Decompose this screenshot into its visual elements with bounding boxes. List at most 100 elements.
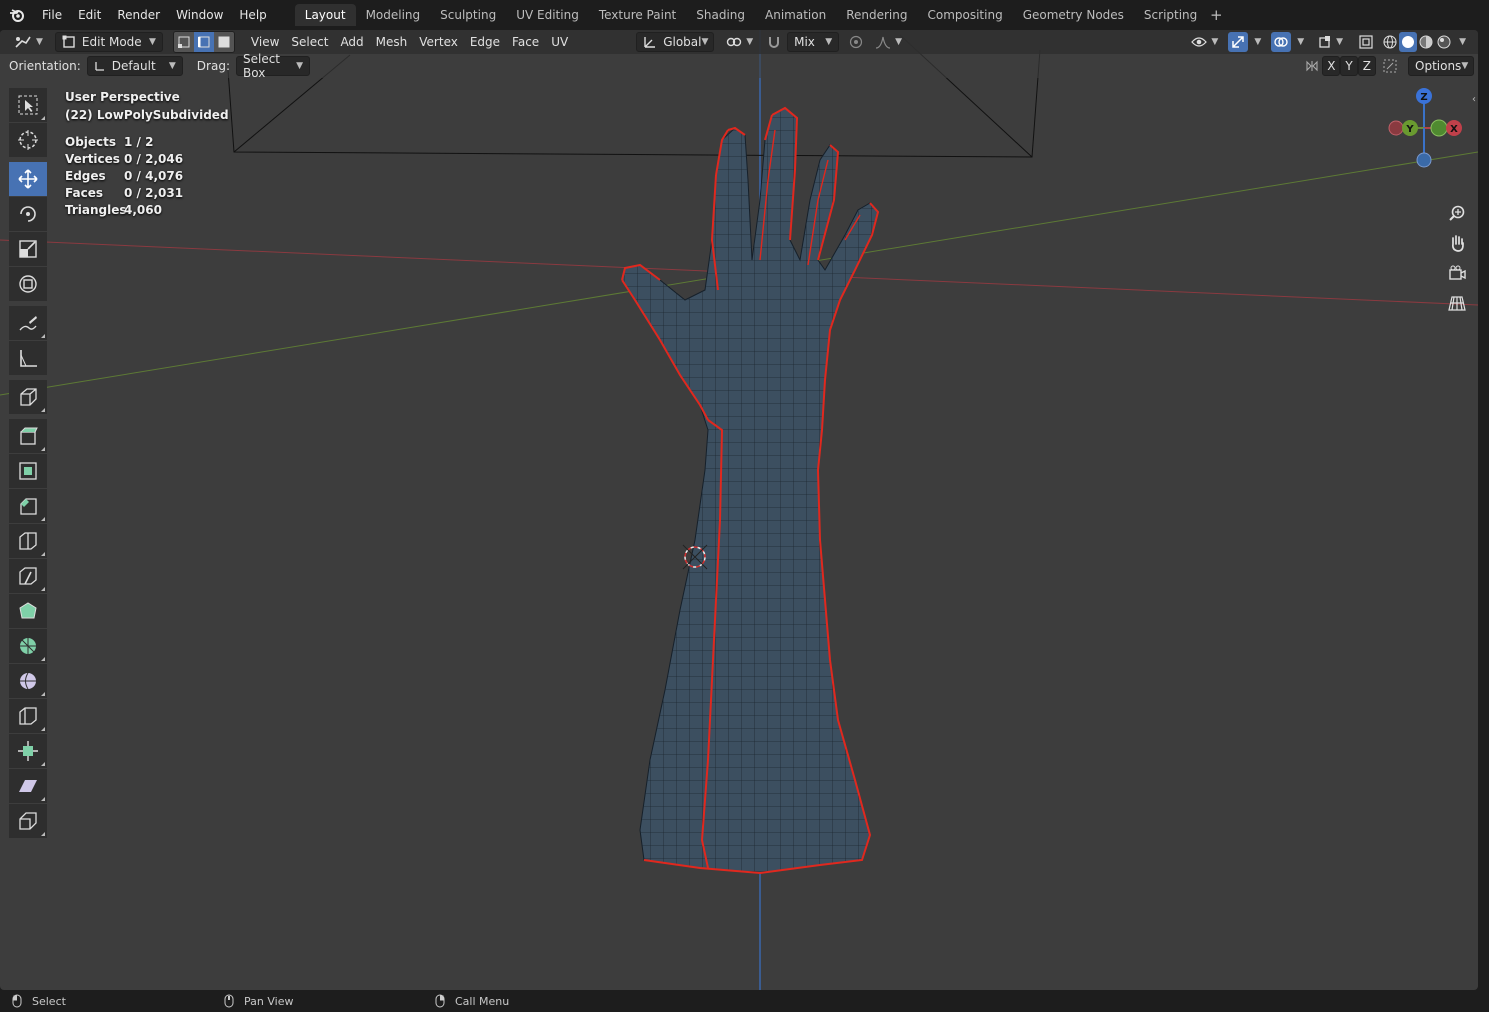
tool-scale[interactable]: [9, 232, 47, 266]
transform-icon: [17, 273, 39, 295]
tool-poly-build[interactable]: [9, 594, 47, 628]
tab-modeling[interactable]: Modeling: [356, 4, 431, 26]
vertex-select-button[interactable]: [173, 32, 194, 52]
menu-file[interactable]: File: [34, 4, 70, 26]
tool-measure[interactable]: [9, 341, 47, 375]
face-select-button[interactable]: [213, 32, 234, 52]
tool-spin[interactable]: [9, 629, 47, 663]
snap-toggle[interactable]: [761, 32, 787, 52]
tab-scripting[interactable]: Scripting: [1134, 4, 1207, 26]
proportional-falloff-dropdown[interactable]: Mix ▼: [787, 32, 840, 52]
mirror-z-toggle[interactable]: Z: [1357, 56, 1376, 76]
tool-select-box[interactable]: [9, 88, 47, 122]
tool-smooth[interactable]: [9, 664, 47, 698]
neg-x-axis-handle[interactable]: [1388, 120, 1404, 136]
mirror-y-toggle[interactable]: Y: [1340, 56, 1358, 76]
tool-loop-cut[interactable]: [9, 524, 47, 558]
tab-compositing[interactable]: Compositing: [917, 4, 1012, 26]
tab-shading[interactable]: Shading: [686, 4, 755, 26]
drag-dropdown[interactable]: Select Box ▼: [235, 52, 310, 80]
menu-mesh[interactable]: Mesh: [370, 32, 414, 52]
tool-move[interactable]: [9, 162, 47, 196]
zoom-button[interactable]: [1444, 200, 1470, 226]
transform-orientation-dropdown[interactable]: Global ▼: [636, 32, 715, 52]
mouse-middle-icon: [224, 994, 234, 1008]
tab-layout[interactable]: Layout: [294, 4, 356, 26]
tool-extrude[interactable]: [9, 419, 47, 453]
proportional-editing-toggle[interactable]: [843, 32, 869, 52]
shading-solid-button[interactable]: [1399, 32, 1418, 52]
mode-selector[interactable]: Edit Mode ▼: [54, 32, 163, 52]
tool-knife[interactable]: [9, 559, 47, 593]
tab-rendering[interactable]: Rendering: [836, 4, 917, 26]
navigation-gizmo[interactable]: Y X Z: [1384, 86, 1464, 172]
menu-uv[interactable]: UV: [545, 32, 574, 52]
perspective-toggle-button[interactable]: [1444, 290, 1470, 316]
menu-edit[interactable]: Edit: [70, 4, 109, 26]
tool-transform[interactable]: [9, 267, 47, 301]
tool-shear[interactable]: [9, 769, 47, 803]
camera-view-button[interactable]: [1444, 260, 1470, 286]
tab-uv-editing[interactable]: UV Editing: [506, 4, 589, 26]
mirror-x-toggle[interactable]: X: [1322, 56, 1341, 76]
neg-y-axis-handle[interactable]: [1430, 119, 1448, 137]
mirror-icon-button[interactable]: [1302, 56, 1322, 76]
smooth-sphere-icon: [17, 670, 39, 692]
blender-logo-icon[interactable]: [0, 0, 34, 30]
menu-view[interactable]: View: [245, 32, 285, 52]
edge-select-button[interactable]: [193, 32, 214, 52]
visibility-dropdown[interactable]: ▼: [1185, 32, 1224, 52]
hand-mesh[interactable]: [621, 106, 880, 875]
menu-help[interactable]: Help: [231, 4, 274, 26]
gizmo-toggle[interactable]: [1228, 32, 1249, 52]
pan-button[interactable]: [1444, 230, 1470, 256]
menu-render[interactable]: Render: [109, 4, 168, 26]
tab-geometry-nodes[interactable]: Geometry Nodes: [1013, 4, 1134, 26]
orientation-icon: [94, 60, 106, 72]
shading-material-button[interactable]: [1417, 32, 1435, 52]
shading-dropdown[interactable]: ▼: [1453, 32, 1472, 52]
tool-inset[interactable]: [9, 454, 47, 488]
3d-viewport[interactable]: ▼ Edit Mode ▼ View Select Add Mesh Vertex…: [0, 30, 1478, 990]
tool-edge-slide[interactable]: [9, 699, 47, 733]
menu-vertex[interactable]: Vertex: [413, 32, 464, 52]
orientation-dropdown[interactable]: Default ▼: [86, 56, 183, 76]
eye-icon: [1191, 36, 1208, 48]
tool-rip-region[interactable]: [9, 804, 47, 838]
scale-icon: [17, 238, 39, 260]
select-box-icon: [17, 94, 39, 116]
menu-window[interactable]: Window: [168, 4, 231, 26]
tool-cursor[interactable]: [9, 123, 47, 157]
menu-select[interactable]: Select: [285, 32, 334, 52]
tab-animation[interactable]: Animation: [755, 4, 836, 26]
tool-add-cube[interactable]: [9, 380, 47, 414]
menu-face[interactable]: Face: [506, 32, 545, 52]
tool-bevel[interactable]: [9, 489, 47, 523]
drag-label: Drag:: [196, 59, 230, 73]
add-workspace-button[interactable]: +: [1207, 6, 1225, 24]
tool-settings-bar: Orientation: Default ▼ Drag: Select Box ▼ …: [0, 52, 1478, 80]
sidebar-toggle-arrow-icon[interactable]: ‹: [1472, 94, 1476, 105]
options-dropdown[interactable]: Options ▼: [1408, 56, 1474, 76]
editor-type-button[interactable]: ▼: [8, 32, 49, 52]
tab-texture-paint[interactable]: Texture Paint: [589, 4, 686, 26]
neg-z-axis-handle[interactable]: [1416, 152, 1432, 168]
falloff-curve-dropdown[interactable]: ▼: [869, 32, 908, 52]
menu-edge[interactable]: Edge: [464, 32, 506, 52]
overlays-toggle[interactable]: [1271, 32, 1292, 52]
menu-add[interactable]: Add: [334, 32, 369, 52]
overlays-dropdown[interactable]: ▼: [1291, 32, 1310, 52]
mesh-edit-overlays-dropdown[interactable]: ▼: [1312, 32, 1349, 52]
tab-sculpting[interactable]: Sculpting: [430, 4, 506, 26]
shading-rendered-button[interactable]: [1435, 32, 1453, 52]
gizmo-dropdown[interactable]: ▼: [1248, 32, 1267, 52]
tool-rotate[interactable]: [9, 197, 47, 231]
pivot-point-dropdown[interactable]: ▼: [720, 32, 759, 52]
shading-wireframe-button[interactable]: [1381, 32, 1399, 52]
select-mode-buttons: [172, 31, 235, 53]
stat-row: Edges 0 / 4,076: [65, 168, 229, 185]
xray-toggle[interactable]: [1353, 32, 1379, 52]
tool-shrink-fatten[interactable]: [9, 734, 47, 768]
auto-merge-button[interactable]: [1380, 56, 1400, 76]
tool-annotate[interactable]: [9, 306, 47, 340]
